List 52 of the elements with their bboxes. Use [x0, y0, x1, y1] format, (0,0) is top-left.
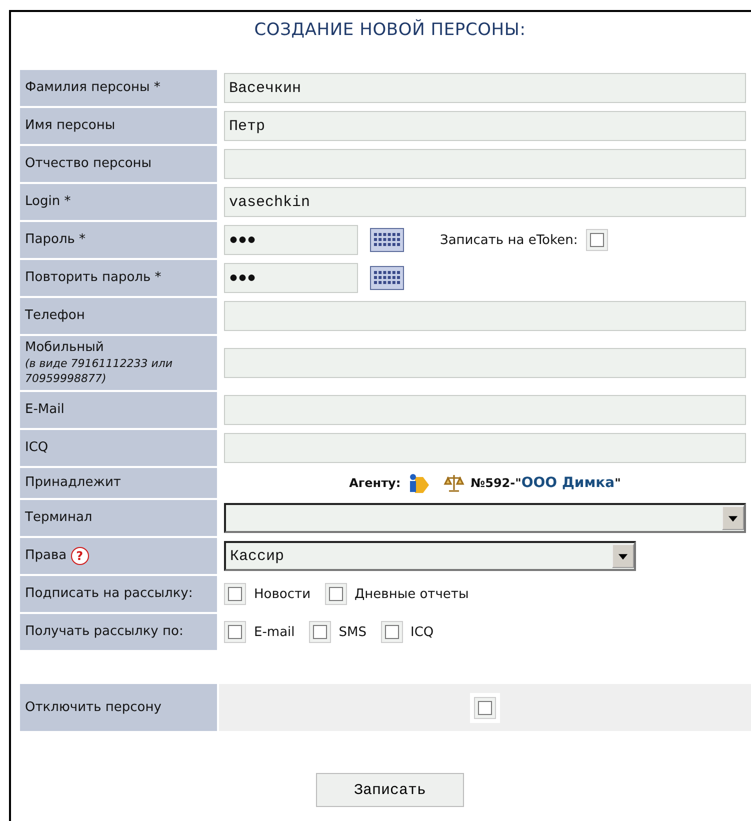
option-label: E-mail — [254, 624, 295, 640]
text-field[interactable] — [224, 395, 746, 425]
field-label: Принадлежит — [25, 475, 122, 491]
text-field[interactable] — [224, 149, 746, 179]
option-label: Дневные отчеты — [354, 586, 469, 602]
etoken-label: Записать на eToken: — [440, 232, 578, 248]
field-label: Подписать на рассылку: — [25, 586, 194, 602]
etoken-checkbox[interactable] — [586, 229, 608, 251]
text-field[interactable] — [224, 433, 746, 463]
field-label: Повторить пароль * — [25, 270, 162, 286]
field-label: Фамилия персоны * — [25, 80, 162, 96]
agent-prefix: Агенту: — [349, 476, 401, 490]
checkbox[interactable] — [380, 621, 402, 643]
text-field[interactable]: Васечкин — [224, 73, 746, 103]
keyboard-icon[interactable] — [370, 266, 404, 290]
agent-number: №592-" — [470, 476, 522, 490]
field-label: Пароль * — [25, 232, 87, 248]
dropdown[interactable] — [224, 503, 746, 533]
page-title: СОЗДАНИЕ НОВОЙ ПЕРСОНЫ: — [253, 20, 527, 40]
text-field[interactable] — [224, 301, 746, 331]
text-field[interactable] — [224, 348, 746, 378]
checkbox[interactable] — [308, 621, 331, 643]
checkbox[interactable] — [324, 583, 347, 605]
checkbox[interactable] — [224, 583, 246, 605]
save-button[interactable]: Записать — [316, 773, 464, 807]
scales-icon[interactable] — [442, 473, 465, 493]
disable-checkbox[interactable] — [474, 696, 496, 718]
option-label: SMS — [338, 624, 366, 640]
field-label: Терминал — [25, 510, 94, 526]
field-hint: (в виде 79161112233 или 70959998877) — [25, 356, 174, 386]
option-label: Новости — [254, 586, 311, 602]
text-field[interactable]: vasechkin — [224, 187, 746, 217]
field-label: Мобильный — [25, 340, 105, 356]
agent-link[interactable]: ООО Димка — [521, 475, 615, 491]
field-label: Отчество персоны — [25, 156, 153, 172]
field-label: Получать рассылку по: — [25, 624, 184, 640]
option-label: ICQ — [410, 624, 434, 640]
field-label: E-Mail — [25, 402, 66, 418]
field-label: ICQ — [25, 440, 50, 456]
field-label: Права ? — [25, 547, 212, 565]
checkbox[interactable] — [224, 621, 246, 643]
password-field[interactable]: ●●● — [224, 263, 358, 293]
closing-quote: " — [614, 476, 621, 490]
field-label: Имя персоны — [25, 118, 116, 134]
text-field[interactable]: Петр — [224, 111, 746, 141]
field-label: Отключить персону — [25, 700, 162, 716]
field-label: Телефон — [25, 308, 86, 324]
keyboard-icon[interactable] — [370, 228, 404, 252]
help-button[interactable]: ? — [70, 547, 89, 565]
dropdown[interactable]: Кассир — [224, 541, 636, 571]
password-field[interactable]: ●●● — [224, 225, 358, 255]
field-label: Login * — [25, 194, 72, 210]
